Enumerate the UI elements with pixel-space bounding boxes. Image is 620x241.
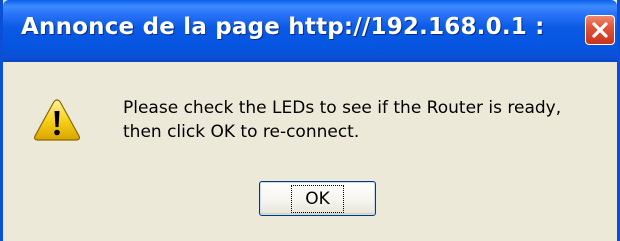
dialog-message: Please check the LEDs to see if the Rout…: [123, 96, 561, 144]
ok-button[interactable]: OK: [259, 181, 376, 216]
dialog-title: Annonce de la page http://192.168.0.1 :: [21, 14, 545, 40]
close-icon: [592, 22, 608, 38]
dialog-content: Please check the LEDs to see if the Rout…: [3, 62, 617, 241]
alert-dialog: Annonce de la page http://192.168.0.1 : …: [0, 0, 620, 241]
warning-icon: [34, 99, 80, 141]
message-line: then click OK to re-connect.: [123, 122, 360, 142]
ok-button-label: OK: [291, 184, 344, 213]
dialog-titlebar[interactable]: Annonce de la page http://192.168.0.1 :: [3, 0, 617, 62]
message-line: Please check the LEDs to see if the Rout…: [123, 98, 562, 118]
close-button[interactable]: [585, 15, 615, 45]
